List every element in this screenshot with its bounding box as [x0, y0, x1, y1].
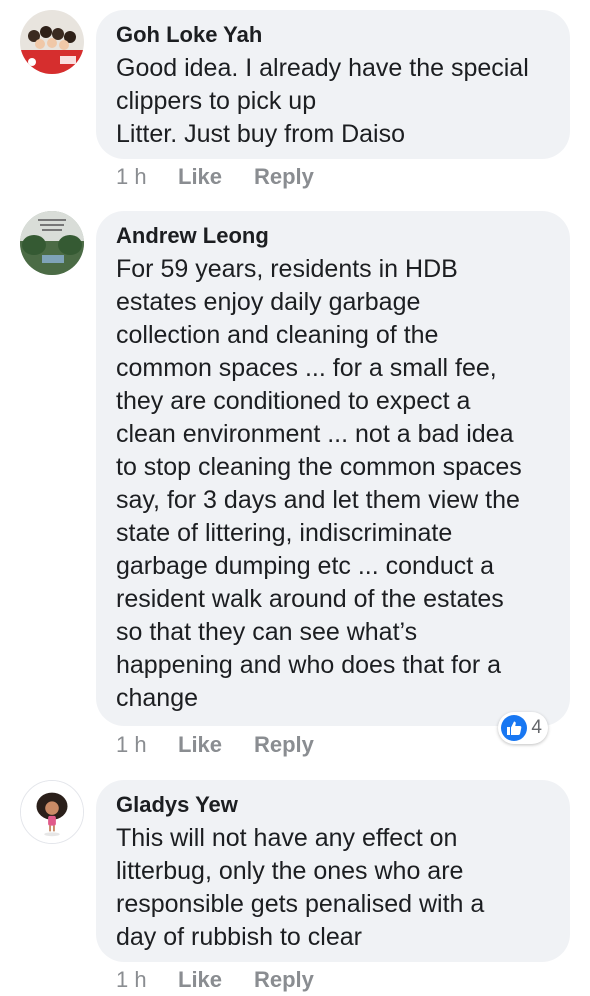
comment-author[interactable]: Goh Loke Yah	[116, 22, 550, 48]
comment-timestamp[interactable]: 1 h	[116, 164, 178, 190]
like-button[interactable]: Like	[178, 967, 254, 993]
avatar[interactable]	[20, 10, 84, 74]
comment-actions: 1 h Like Reply	[116, 732, 314, 758]
comment-actions: 1 h Like Reply	[116, 164, 314, 190]
like-button[interactable]: Like	[178, 164, 254, 190]
comment-actions: 1 h Like Reply	[116, 967, 314, 993]
like-button[interactable]: Like	[178, 732, 254, 758]
comment-author[interactable]: Andrew Leong	[116, 223, 550, 249]
comment-text: This will not have any effect on litterb…	[116, 824, 485, 951]
reply-button[interactable]: Reply	[254, 732, 314, 758]
group-photo-avatar-icon	[20, 10, 84, 74]
comment-timestamp[interactable]: 1 h	[116, 732, 178, 758]
comment-bubble: Gladys Yew This will not have any effect…	[96, 780, 570, 962]
comment-text: Good idea. I already have the special cl…	[116, 54, 529, 148]
comment-author[interactable]: Gladys Yew	[116, 792, 550, 818]
avatar[interactable]	[20, 211, 84, 275]
cartoon-girl-avatar-icon	[21, 781, 83, 843]
reply-button[interactable]: Reply	[254, 164, 314, 190]
comment-timestamp[interactable]: 1 h	[116, 967, 178, 993]
avatar[interactable]	[20, 780, 84, 844]
landscape-avatar-icon	[20, 211, 84, 275]
thumbs-up-icon	[501, 715, 528, 741]
comment-text: For 59 years, residents in HDB estates e…	[116, 255, 522, 712]
reaction-summary[interactable]: 4	[498, 712, 548, 744]
comment-bubble: Andrew Leong For 59 years, residents in …	[96, 211, 570, 744]
reply-button[interactable]: Reply	[254, 967, 314, 993]
reaction-count: 4	[531, 717, 542, 738]
comment-bubble: Goh Loke Yah Good idea. I already have t…	[96, 10, 570, 159]
